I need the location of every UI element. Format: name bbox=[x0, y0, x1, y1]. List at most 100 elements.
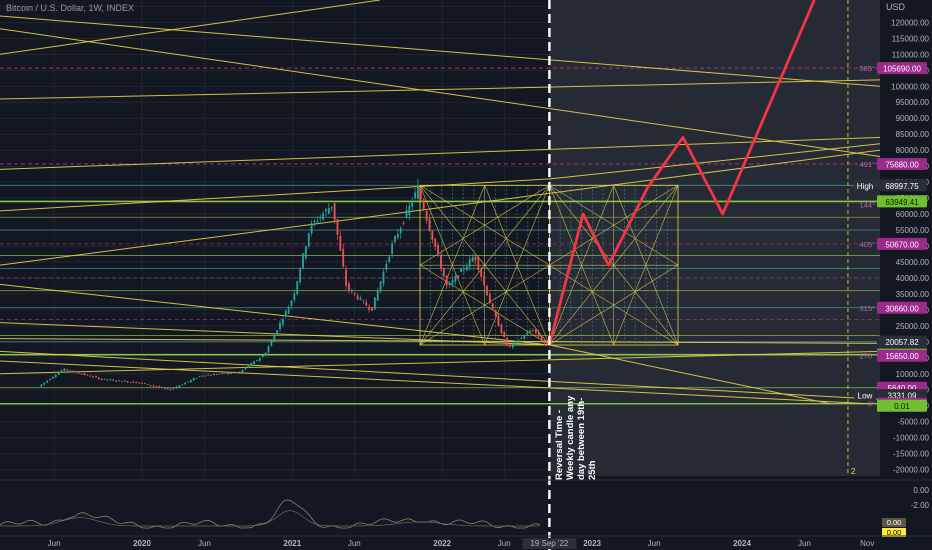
candle-body bbox=[112, 379, 115, 381]
price-tick-label: -5000.00 bbox=[897, 418, 929, 427]
time-tick-label: 2024 bbox=[733, 539, 751, 548]
price-tick-label: 80000.00 bbox=[896, 146, 930, 155]
candle-body bbox=[299, 269, 302, 283]
chart-title: Bitcoin / U.S. Dollar, 1W, INDEX bbox=[6, 3, 135, 13]
candle-body bbox=[428, 219, 431, 231]
price-tag-text: High bbox=[857, 182, 873, 191]
candle-body bbox=[414, 192, 417, 199]
candle-body bbox=[434, 238, 437, 247]
candle-body bbox=[362, 300, 365, 302]
time-tick-label: Jun bbox=[648, 539, 661, 548]
candle-body bbox=[448, 282, 451, 286]
price-label-text: 105690.00 bbox=[883, 65, 921, 74]
candle-body bbox=[95, 376, 97, 378]
candle-body bbox=[181, 384, 184, 386]
fib-ratio-label: 315° bbox=[859, 304, 875, 313]
candle-body bbox=[92, 376, 95, 378]
candle-body bbox=[40, 384, 43, 387]
candle-body bbox=[123, 380, 126, 382]
candle-body bbox=[417, 185, 419, 199]
candle-body bbox=[376, 290, 379, 301]
candle-body bbox=[152, 385, 155, 387]
candle-body bbox=[342, 248, 345, 267]
candle-body bbox=[468, 259, 471, 267]
candle-body bbox=[100, 378, 103, 380]
candle-body bbox=[138, 382, 141, 384]
candle-body bbox=[141, 382, 143, 384]
price-label: 0.01 bbox=[877, 399, 927, 412]
price-label-text: 15650.00 bbox=[885, 352, 919, 361]
candle-body bbox=[471, 257, 474, 262]
candle-body bbox=[212, 373, 215, 376]
price-label-text: 50670.00 bbox=[885, 240, 919, 249]
candle-body bbox=[175, 386, 178, 388]
time-tick-label: 2022 bbox=[433, 539, 451, 548]
candle-body bbox=[178, 385, 181, 388]
candle-body bbox=[281, 319, 284, 325]
price-label-text: 75680.00 bbox=[885, 160, 919, 169]
candle-body bbox=[46, 380, 49, 383]
candle-body bbox=[210, 374, 212, 376]
candle-body bbox=[43, 382, 46, 385]
candle-body bbox=[402, 222, 405, 224]
candle-body bbox=[454, 276, 457, 282]
candle-body bbox=[143, 383, 146, 384]
candle-body bbox=[126, 381, 129, 383]
candle-body bbox=[284, 310, 287, 317]
candle-body bbox=[532, 330, 534, 332]
candle-body bbox=[230, 373, 233, 374]
fib-ratio-label: 144° bbox=[859, 200, 875, 209]
candle-body bbox=[310, 222, 313, 234]
candle-body bbox=[80, 373, 83, 375]
candle-body bbox=[523, 335, 526, 339]
candle-body bbox=[296, 281, 299, 295]
candle-body bbox=[287, 306, 290, 314]
price-label-text: 63949.41 bbox=[885, 198, 919, 207]
candle-body bbox=[69, 370, 72, 372]
candle-body bbox=[164, 388, 166, 389]
price-chart[interactable]: 2120000.00115000.00110000.00105000.00100… bbox=[0, 0, 932, 550]
candle-body bbox=[529, 330, 531, 332]
candle-body bbox=[264, 352, 267, 356]
candle-body bbox=[509, 344, 511, 347]
candle-body bbox=[302, 253, 304, 268]
candle-body bbox=[526, 332, 529, 335]
candle-body bbox=[379, 281, 382, 292]
candle-body bbox=[333, 202, 336, 221]
candle-body bbox=[388, 256, 391, 262]
candle-body bbox=[457, 275, 460, 278]
candle-body bbox=[270, 340, 273, 347]
candle-body bbox=[345, 269, 348, 286]
candle-body bbox=[233, 372, 235, 374]
candle-body bbox=[103, 378, 106, 380]
candle-body bbox=[399, 228, 402, 234]
candle-body bbox=[172, 388, 175, 389]
candle-body bbox=[241, 369, 244, 372]
candle-body bbox=[293, 293, 296, 300]
candle-body bbox=[540, 335, 543, 341]
candle-body bbox=[166, 388, 169, 390]
candle-body bbox=[348, 283, 350, 291]
time-tick-label: Jun bbox=[348, 539, 361, 548]
candle-body bbox=[325, 209, 327, 212]
candle-body bbox=[382, 271, 385, 284]
price-label-text: 20057.82 bbox=[885, 338, 919, 347]
candle-body bbox=[161, 387, 164, 389]
price-tick-label: 85000.00 bbox=[896, 130, 930, 139]
candle-body bbox=[460, 268, 462, 273]
candle-body bbox=[442, 268, 445, 277]
candle-body bbox=[158, 386, 161, 388]
candle-body bbox=[511, 343, 514, 348]
candle-body bbox=[146, 384, 149, 385]
candle-body bbox=[247, 366, 250, 368]
candle-body bbox=[313, 220, 316, 223]
candle-body bbox=[195, 378, 198, 379]
oscillator-line bbox=[0, 499, 541, 529]
candle-body bbox=[307, 233, 310, 247]
candle-body bbox=[109, 379, 112, 381]
candle-body bbox=[339, 235, 342, 251]
candle-body bbox=[491, 303, 494, 309]
candle-body bbox=[77, 372, 80, 374]
candle-body bbox=[258, 358, 261, 361]
candle-body bbox=[118, 380, 120, 382]
